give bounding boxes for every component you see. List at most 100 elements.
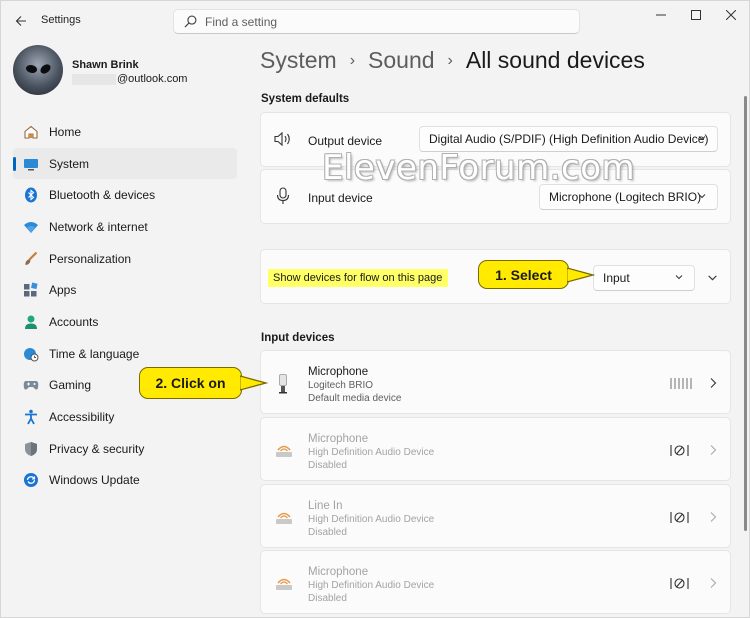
apps-icon bbox=[23, 282, 39, 298]
home-icon bbox=[23, 124, 39, 140]
chevron-right-icon bbox=[710, 378, 717, 388]
sidebar-item-label: Time & language bbox=[49, 346, 140, 361]
avatar-eye-left bbox=[24, 63, 39, 75]
sidebar-item-accounts[interactable]: Accounts bbox=[13, 306, 237, 338]
device-name: Microphone bbox=[308, 433, 369, 445]
device-status: Disabled bbox=[308, 593, 347, 604]
breadcrumb-sound[interactable]: Sound bbox=[368, 47, 435, 74]
device-status: Disabled bbox=[308, 460, 347, 471]
system-icon bbox=[23, 156, 39, 172]
sidebar-item-label: System bbox=[49, 156, 90, 171]
system-defaults-heading: System defaults bbox=[261, 93, 350, 105]
sidebar-item-label: Bluetooth & devices bbox=[49, 188, 156, 203]
output-device-label: Output device bbox=[308, 134, 383, 148]
close-button[interactable] bbox=[711, 1, 750, 29]
back-button[interactable] bbox=[7, 9, 35, 33]
sidebar-item-label: Home bbox=[49, 124, 82, 139]
page-title: All sound devices bbox=[465, 47, 645, 73]
input-device-value: Microphone (Logitech BRIO) bbox=[549, 190, 702, 204]
maximize-button[interactable] bbox=[676, 1, 716, 29]
title-bar: Settings bbox=[1, 1, 750, 41]
back-arrow-icon bbox=[15, 16, 26, 26]
line-in-device-icon bbox=[275, 574, 293, 592]
sidebar-item-bluetooth[interactable]: Bluetooth & devices bbox=[13, 179, 237, 211]
search-box[interactable] bbox=[173, 9, 580, 34]
line-in-device-icon bbox=[275, 508, 293, 526]
sidebar-item-apps[interactable]: Apps bbox=[13, 274, 237, 306]
expand-chevron-icon[interactable] bbox=[707, 272, 718, 283]
sidebar-item-label: Accounts bbox=[49, 314, 99, 329]
input-device-label: Input device bbox=[308, 191, 373, 205]
line-in-device-icon bbox=[275, 441, 293, 459]
webcam-mic-icon bbox=[278, 374, 288, 394]
bluetooth-icon bbox=[23, 187, 39, 203]
sidebar-item-label: Network & internet bbox=[49, 219, 148, 234]
scrollbar[interactable] bbox=[744, 96, 747, 531]
chevron-down-icon bbox=[698, 194, 706, 199]
chevron-down-icon bbox=[675, 275, 683, 280]
accounts-icon bbox=[23, 314, 39, 330]
device-adapter: Logitech BRIO bbox=[308, 380, 374, 391]
sidebar-item-time-language[interactable]: Time & language bbox=[13, 338, 237, 370]
email-redaction bbox=[72, 73, 116, 85]
input-devices-heading: Input devices bbox=[261, 332, 335, 344]
device-status: Default media device bbox=[308, 393, 402, 404]
muted-meter-icon bbox=[670, 578, 689, 589]
chevron-right-icon bbox=[710, 445, 717, 455]
search-input[interactable] bbox=[205, 14, 565, 29]
chevron-right-icon bbox=[710, 578, 717, 588]
settings-window: Settings Shawn Brink @outlook.com Home bbox=[0, 0, 750, 618]
breadcrumb-system[interactable]: System bbox=[260, 47, 337, 74]
microphone-icon bbox=[276, 187, 290, 205]
avatar-eye-right bbox=[38, 63, 53, 75]
sidebar-item-system[interactable]: System bbox=[13, 147, 237, 180]
muted-meter-icon bbox=[670, 512, 689, 523]
callout-select-pointer bbox=[567, 267, 595, 283]
sidebar-item-accessibility[interactable]: Accessibility bbox=[13, 401, 237, 433]
user-profile[interactable]: Shawn Brink @outlook.com bbox=[13, 45, 243, 97]
device-adapter: High Definition Audio Device bbox=[308, 447, 435, 458]
chevron-right-icon bbox=[710, 512, 717, 522]
device-row-microphone-hda-2[interactable]: Microphone High Definition Audio Device … bbox=[260, 550, 731, 614]
device-adapter: High Definition Audio Device bbox=[308, 580, 435, 591]
globe-clock-icon bbox=[23, 346, 39, 362]
minimize-button[interactable] bbox=[641, 1, 681, 29]
chevron-right-icon: › bbox=[349, 51, 356, 69]
profile-email: @outlook.com bbox=[117, 73, 188, 85]
sidebar-item-windows-update[interactable]: Windows Update bbox=[13, 465, 237, 497]
sidebar-item-label: Windows Update bbox=[49, 473, 140, 488]
update-icon bbox=[23, 472, 39, 488]
sidebar-item-home[interactable]: Home bbox=[13, 116, 237, 148]
muted-meter-icon bbox=[670, 445, 689, 456]
profile-email-line: @outlook.com bbox=[72, 73, 187, 85]
sidebar-item-personalization[interactable]: Personalization bbox=[13, 243, 237, 275]
wifi-icon bbox=[23, 219, 39, 235]
sidebar-item-label: Gaming bbox=[49, 378, 92, 393]
sidebar-nav: Home System Bluetooth & devices Network … bbox=[13, 116, 237, 496]
flow-label: Show devices for flow on this page bbox=[268, 269, 449, 287]
search-icon bbox=[184, 15, 197, 28]
device-row-microphone-hda[interactable]: Microphone High Definition Audio Device … bbox=[260, 417, 731, 481]
close-icon bbox=[726, 10, 736, 20]
flow-value: Input bbox=[603, 271, 630, 285]
sidebar-item-network[interactable]: Network & internet bbox=[13, 211, 237, 243]
device-row-line-in[interactable]: Line In High Definition Audio Device Dis… bbox=[260, 484, 731, 548]
device-name: Line In bbox=[308, 500, 343, 512]
sidebar-item-label: Personalization bbox=[49, 251, 132, 266]
shield-icon bbox=[23, 441, 39, 457]
volume-meter bbox=[670, 378, 692, 389]
device-row-microphone-brio[interactable]: Microphone Logitech BRIO Default media d… bbox=[260, 350, 731, 414]
minimize-icon bbox=[656, 14, 666, 16]
device-adapter: High Definition Audio Device bbox=[308, 514, 435, 525]
brush-icon bbox=[23, 251, 39, 267]
output-device-value: Digital Audio (S/PDIF) (High Definition … bbox=[429, 132, 709, 146]
flow-dropdown[interactable]: Input bbox=[593, 265, 695, 291]
sidebar-item-privacy-security[interactable]: Privacy & security bbox=[13, 433, 237, 465]
watermark: ElevenForum.com bbox=[322, 148, 636, 188]
maximize-icon bbox=[691, 10, 701, 20]
avatar bbox=[13, 45, 63, 95]
breadcrumb: System › Sound › All sound devices bbox=[260, 47, 645, 74]
chevron-down-icon bbox=[698, 136, 706, 141]
sidebar-item-label: Apps bbox=[49, 283, 77, 298]
callout-click-pointer bbox=[240, 375, 268, 391]
